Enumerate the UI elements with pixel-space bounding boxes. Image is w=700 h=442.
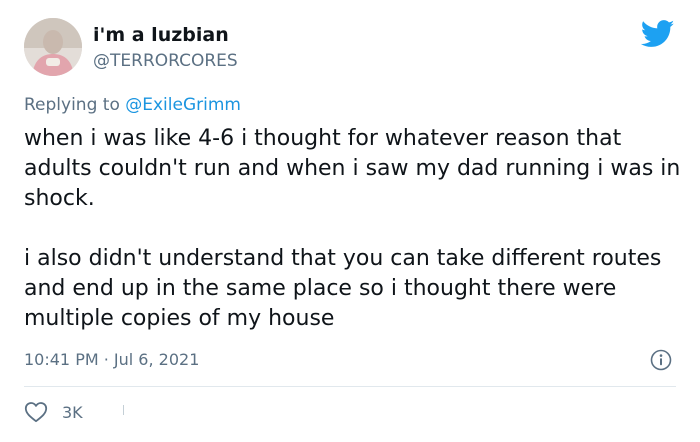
tweet-paragraph: when i was like 4-6 i thought for whatev… [24, 126, 681, 211]
divider [24, 386, 676, 387]
author-display-name[interactable]: i'm a luzbian [93, 24, 229, 46]
tweet-body: when i was like 4-6 i thought for whatev… [24, 124, 694, 334]
twitter-bird-icon[interactable] [641, 20, 675, 48]
reply-prefix: Replying to [24, 95, 126, 115]
like-button[interactable]: 3K [24, 400, 83, 424]
like-count: 3K [62, 402, 83, 422]
tweet-paragraph: i also didn't understand that you can ta… [24, 246, 662, 331]
info-icon[interactable] [650, 349, 672, 371]
reply-context: Replying to @ExileGrimm [24, 95, 241, 115]
avatar[interactable] [24, 18, 82, 76]
tweet-timestamp[interactable]: 10:41 PM · Jul 6, 2021 [24, 350, 199, 369]
reply-to-link[interactable]: @ExileGrimm [125, 95, 241, 115]
action-divider [123, 405, 124, 415]
author-handle[interactable]: @TERRORCORES [93, 51, 238, 71]
heart-icon [24, 402, 48, 423]
